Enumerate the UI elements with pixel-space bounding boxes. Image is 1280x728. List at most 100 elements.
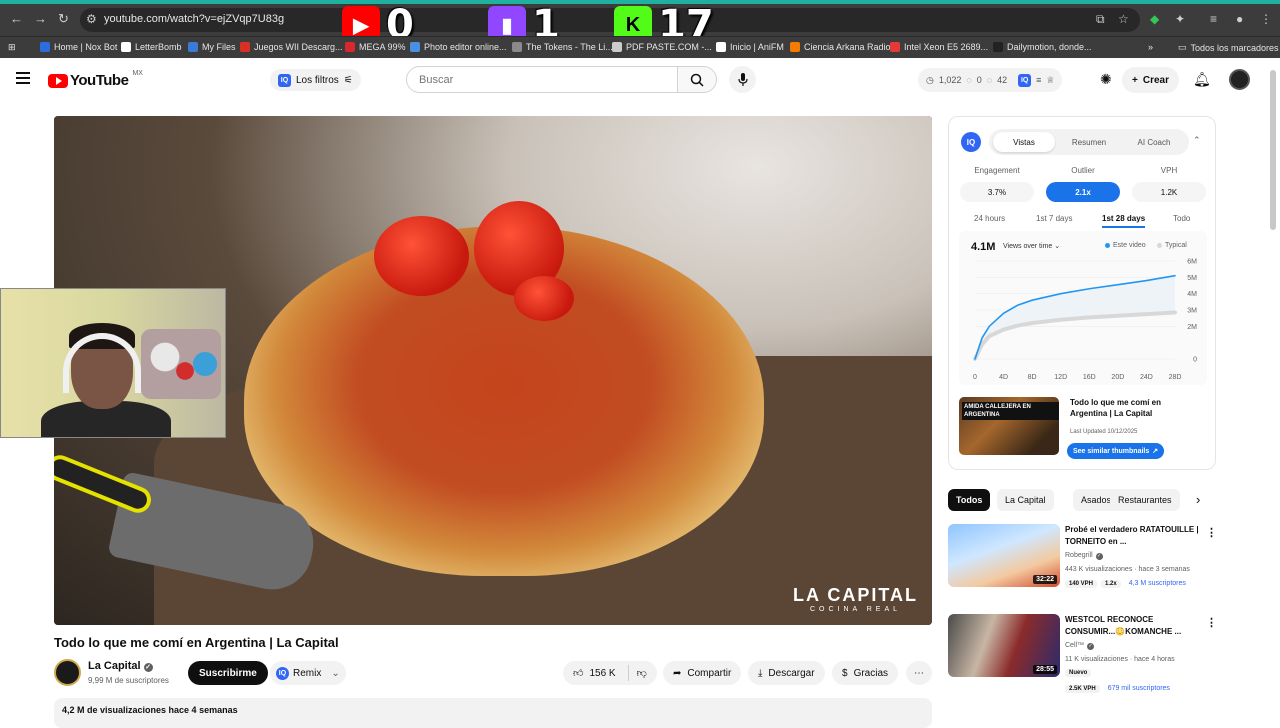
voice-search-button[interactable] (729, 66, 756, 93)
apps-icon[interactable]: ⊞ (8, 42, 16, 53)
bookmark-item[interactable]: Dailymotion, donde... (993, 42, 1092, 52)
share-button[interactable]: ➦ Compartir (663, 661, 742, 685)
star-icon[interactable]: ☆ (1118, 12, 1129, 26)
y-tick-label: 5M (1187, 275, 1197, 282)
create-button[interactable]: + Crear (1122, 67, 1179, 93)
recommended-video-meta: 443 K visualizaciones · hace 3 semanas (1065, 566, 1190, 573)
menu-icon[interactable] (16, 72, 30, 87)
download-label: Descargar (768, 667, 815, 679)
notifications-bell-icon[interactable]: 🔔︎ (1193, 71, 1211, 88)
search-input[interactable] (419, 73, 659, 86)
tab-list-icon[interactable]: ≡ (1210, 12, 1217, 26)
clock-icon: ◷ (926, 74, 934, 85)
bookmark-item[interactable]: Ciencia Arkana Radio (790, 42, 891, 52)
bookmark-item[interactable]: My Files (188, 42, 236, 52)
bookmark-item[interactable]: Intel Xeon E5 2689... (890, 42, 988, 52)
x-tick-label: 12D (1054, 374, 1067, 381)
browser-menu-icon[interactable]: ⋮ (1260, 12, 1272, 26)
recommended-video-thumbnail[interactable]: 32:22 (948, 524, 1060, 587)
page-scrollbar[interactable] (1270, 70, 1276, 230)
like-button[interactable]: 👍︎ 156 K 👎︎ (563, 661, 657, 685)
tab-resumen[interactable]: Resumen (1057, 132, 1121, 152)
youtube-logo[interactable]: YouTube MX (48, 70, 143, 89)
reload-icon[interactable]: ↻ (58, 12, 69, 26)
bookmark-item[interactable]: Photo editor online... (410, 42, 507, 52)
description-box[interactable]: 4,2 M de visualizaciones hace 4 semanas (54, 698, 932, 728)
filters-button[interactable]: IQ Los filtros ⚟ (270, 69, 361, 91)
circle-icon: ◌ (986, 75, 993, 85)
recommended-video[interactable]: 32:22 Probé el verdadero RATATOUILLE | T… (948, 524, 1228, 604)
search-button[interactable] (677, 66, 717, 93)
address-url[interactable]: youtube.com/watch?v=ejZVqp7U83g (104, 13, 284, 25)
more-options-icon[interactable]: ⋮ (1206, 526, 1217, 539)
recommended-video-channel[interactable]: Cell™ ✓ (1065, 642, 1095, 650)
bookmark-item[interactable]: PDF PASTE.COM -... (612, 42, 712, 52)
channel-name[interactable]: La Capital ✓ (88, 660, 153, 672)
bookmark-label: Photo editor online... (424, 42, 507, 52)
bookmark-item[interactable]: Home | Nox Bot (40, 42, 117, 52)
bookmark-item[interactable]: Juegos WII Descarg... (240, 42, 343, 52)
address-bar[interactable]: ⚙ youtube.com/watch?v=ejZVqp7U83g (80, 8, 1140, 32)
bookmark-label: Intel Xeon E5 2689... (904, 42, 989, 52)
channel-avatar[interactable] (54, 659, 81, 686)
chevron-down-icon[interactable]: ⌄ (331, 668, 339, 679)
tab-vistas[interactable]: Vistas (993, 132, 1055, 152)
download-button[interactable]: ⤓ Descargar (748, 661, 825, 685)
range-all[interactable]: Todo (1173, 214, 1190, 223)
puzzle-icon[interactable]: ✦ (1175, 12, 1185, 26)
current-video-thumbnail[interactable]: AMIDA CALLEJERA EN ARGENTINA (959, 397, 1059, 455)
more-actions-button[interactable]: ⋯ (906, 661, 932, 685)
recommended-video-channel[interactable]: Robegrill ✓ (1065, 552, 1103, 560)
range-28-days[interactable]: 1st 28 days (1102, 214, 1146, 228)
stats-views: 1,022 (938, 75, 962, 85)
bookmark-item[interactable]: The Tokens - The Li... (512, 42, 613, 52)
verified-icon: ✓ (1095, 553, 1103, 560)
all-bookmarks-folder[interactable]: ▭ Todos los marcadores (1178, 42, 1279, 53)
bookmark-label: LetterBomb (135, 42, 182, 52)
metric-vph[interactable]: 1.2K (1132, 182, 1206, 202)
bookmarks-overflow-icon[interactable]: » (1148, 42, 1153, 52)
watermark-main: LA CAPITAL (793, 585, 918, 605)
subscribe-button[interactable]: Suscribirme (188, 661, 268, 685)
forward-icon[interactable]: → (34, 12, 47, 26)
thanks-button[interactable]: $ Gracias (832, 661, 899, 685)
profile-icon[interactable]: ● (1236, 12, 1243, 26)
video-duration: 32:22 (1033, 575, 1057, 584)
subscriber-badge: 679 mil suscriptores (1107, 685, 1170, 692)
sparkle-icon[interactable]: ✺ (1100, 71, 1112, 88)
thumbs-down-icon[interactable]: 👎︎ (627, 665, 647, 681)
current-video-title: Todo lo que me comí en Argentina | La Ca… (1070, 398, 1161, 418)
range-7-days[interactable]: 1st 7 days (1036, 214, 1072, 223)
recommended-video-title[interactable]: WESTCOL RECONOCE CONSUMIR...😳KOMANCHE ..… (1065, 614, 1203, 638)
more-options-icon[interactable]: ⋮ (1206, 616, 1217, 629)
bookmark-label: Dailymotion, donde... (1007, 42, 1092, 52)
chip-restaurantes[interactable]: Restaurantes (1110, 489, 1180, 511)
see-similar-thumbnails-button[interactable]: See similar thumbnails ↗ (1067, 443, 1165, 459)
bookmark-item[interactable]: Inicio | AniFM (716, 42, 784, 52)
account-avatar[interactable] (1229, 69, 1250, 90)
channel-subscribers: 9,99 M de suscriptores (88, 676, 169, 685)
tab-ai-coach[interactable]: AI Coach (1123, 132, 1185, 152)
extension-icon[interactable]: ◆ (1150, 12, 1159, 26)
extension-stats-chip[interactable]: ◷ 1,022 ◌ 0 ◌ 42 IQ ≡ ♕ (918, 68, 1063, 92)
bookmark-item[interactable]: LetterBomb (121, 42, 182, 52)
chip-la-capital[interactable]: La Capital (997, 489, 1054, 511)
range-24-hours[interactable]: 24 hours (974, 214, 1005, 223)
thanks-icon: $ (842, 667, 848, 679)
back-icon[interactable]: ← (10, 12, 23, 26)
metric-outlier[interactable]: 2.1x (1046, 182, 1120, 202)
install-icon[interactable]: ⧉ (1096, 12, 1105, 27)
bookmark-item[interactable]: MEGA 99% (345, 42, 406, 52)
recommended-video[interactable]: 28:55 WESTCOL RECONOCE CONSUMIR...😳KOMAN… (948, 614, 1228, 694)
site-info-icon[interactable]: ⚙ (86, 12, 97, 26)
collapse-icon[interactable]: ⌃ (1193, 135, 1201, 146)
metric-engagement[interactable]: 3.7% (960, 182, 1034, 202)
recommended-video-title[interactable]: Probé el verdadero RATATOUILLE | TORNEIT… (1065, 524, 1203, 548)
like-count: 156 K (589, 667, 616, 679)
y-tick-label: 2M (1187, 324, 1197, 331)
chevron-right-icon[interactable]: › (1196, 492, 1200, 507)
recommended-video-thumbnail[interactable]: 28:55 (948, 614, 1060, 677)
remix-button[interactable]: IQ Remix ⌄ (270, 661, 346, 685)
chip-todos[interactable]: Todos (948, 489, 991, 511)
search-box[interactable] (406, 66, 678, 93)
